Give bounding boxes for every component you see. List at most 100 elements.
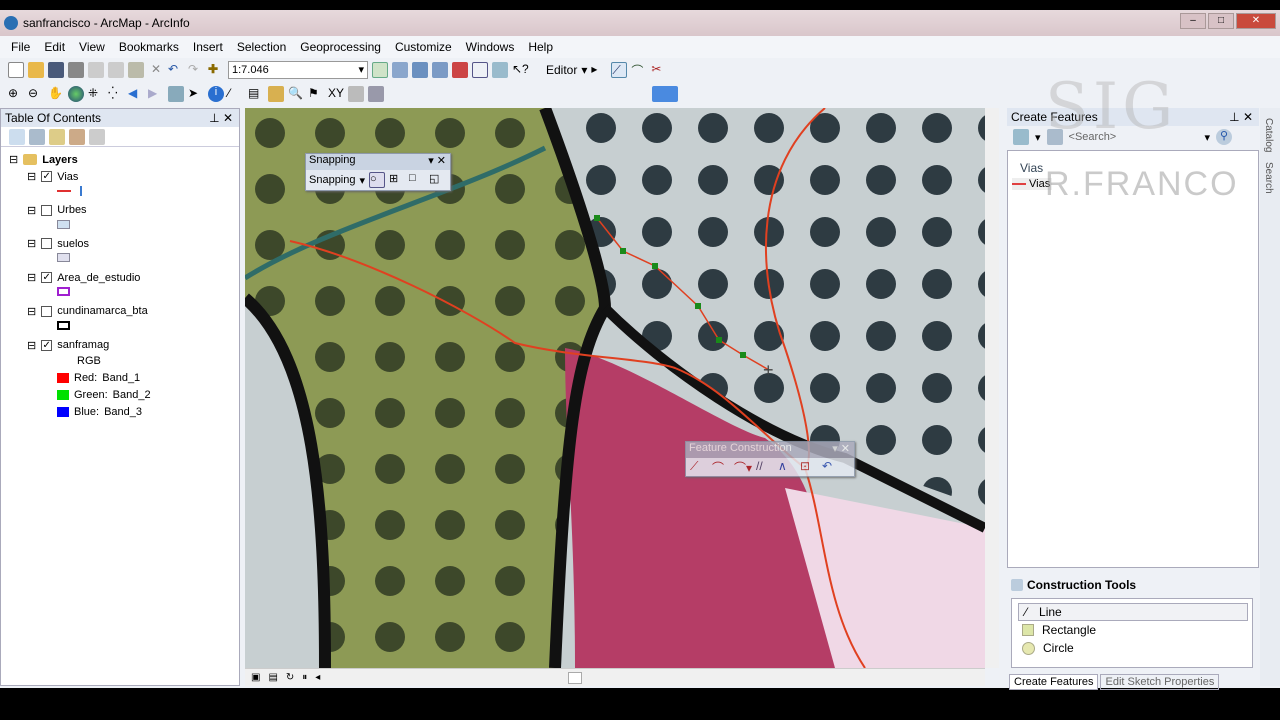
layer-symbol[interactable] <box>57 287 70 297</box>
tab-edit-sketch-properties[interactable]: Edit Sketch Properties <box>1100 674 1220 690</box>
list-by-drawing-order-icon[interactable] <box>9 129 25 145</box>
editor-menu[interactable]: Editor <box>546 63 577 77</box>
parallel-icon[interactable]: // <box>756 459 772 475</box>
close-button[interactable]: ✕ <box>1236 13 1276 29</box>
expand-icon[interactable]: ⊟ <box>27 237 36 250</box>
measure-icon[interactable] <box>268 86 284 102</box>
refresh-icon[interactable]: ↻ <box>286 672 294 683</box>
layer-visibility-checkbox[interactable]: ✓ <box>41 339 53 351</box>
layer-name[interactable]: Area_de_estudio <box>57 272 140 284</box>
layer-visibility-checkbox[interactable] <box>41 305 53 317</box>
print-icon[interactable] <box>68 62 84 78</box>
layer-symbol[interactable] <box>57 219 70 229</box>
straight-segment-icon[interactable]: ⟋ <box>690 459 706 475</box>
time-slider-icon[interactable] <box>348 86 364 102</box>
editor-toolbar-icon[interactable] <box>372 62 388 78</box>
tool-rectangle[interactable]: Rectangle <box>1012 621 1252 639</box>
edge-snapping-icon[interactable]: ◱ <box>429 172 445 188</box>
forward-icon[interactable]: ▶ <box>148 86 164 102</box>
find-route-icon[interactable]: ⚑ <box>308 86 324 102</box>
minimize-button[interactable]: – <box>1180 13 1206 29</box>
layer-visibility-checkbox[interactable]: ✓ <box>41 171 53 182</box>
perpendicular-icon[interactable]: ∧ <box>778 459 794 475</box>
collapse-icon[interactable]: ⊟ <box>9 153 18 166</box>
list-by-visibility-icon[interactable] <box>49 129 65 145</box>
paste-icon[interactable] <box>128 62 144 78</box>
menu-file[interactable]: File <box>4 40 37 54</box>
list-by-source-icon[interactable] <box>29 129 45 145</box>
search-window-icon[interactable] <box>432 62 448 78</box>
create-viewer-window-icon[interactable] <box>368 86 384 102</box>
maximize-button[interactable]: □ <box>1208 13 1234 29</box>
color-swatch-icon[interactable] <box>652 86 678 102</box>
layer-row[interactable]: ⊟ ✓ Vias <box>27 170 78 184</box>
full-extent-icon[interactable] <box>68 86 84 102</box>
menu-selection[interactable]: Selection <box>230 40 293 54</box>
layer-visibility-checkbox[interactable]: ✓ <box>41 272 53 284</box>
layout-view-icon[interactable]: ▤ <box>268 672 277 683</box>
copy-icon[interactable] <box>108 62 124 78</box>
toc-close-icon[interactable]: ⊥ ✕ <box>209 111 233 125</box>
menu-geoprocessing[interactable]: Geoprocessing <box>293 40 388 54</box>
modelbuilder-icon[interactable] <box>492 62 508 78</box>
layer-visibility-checkbox[interactable] <box>41 204 53 216</box>
expand-icon[interactable]: ⊟ <box>27 339 36 352</box>
menu-customize[interactable]: Customize <box>388 40 459 54</box>
list-by-selection-icon[interactable] <box>69 129 85 145</box>
edit-tool-icon[interactable]: ▸ <box>591 62 607 78</box>
expand-icon[interactable]: ⊟ <box>27 170 36 183</box>
vertex-snapping-icon[interactable]: □ <box>409 172 425 188</box>
snapping-close-icon[interactable]: ▾ ✕ <box>428 154 446 170</box>
layer-row[interactable]: ⊟ ✓ Area_de_estudio <box>27 271 140 285</box>
arc-segment-icon[interactable]: ⌒ <box>712 459 728 475</box>
select-features-icon[interactable] <box>168 86 184 102</box>
fixed-zoom-out-icon[interactable]: ⁛ <box>108 86 124 102</box>
map-scale-dropdown[interactable]: 1:7.046 <box>228 61 368 79</box>
hyperlink-icon[interactable]: ⁄ <box>228 86 244 102</box>
tool-line[interactable]: ⁄ Line <box>1018 603 1248 621</box>
organize-templates-icon[interactable] <box>1013 129 1029 145</box>
layer-symbol[interactable] <box>57 320 70 330</box>
save-icon[interactable] <box>48 62 64 78</box>
options-icon[interactable] <box>89 129 105 145</box>
layer-row[interactable]: ⊟ cundinamarca_bta <box>27 305 148 318</box>
table-of-contents-icon[interactable] <box>392 62 408 78</box>
trace-icon[interactable]: ⌒ <box>631 62 647 78</box>
menu-bookmarks[interactable]: Bookmarks <box>112 40 186 54</box>
redo-icon[interactable]: ↷ <box>188 62 204 78</box>
layer-name[interactable]: suelos <box>57 238 89 250</box>
undo-icon[interactable]: ↶ <box>822 459 838 475</box>
open-icon[interactable] <box>28 62 44 78</box>
snapping-menu[interactable]: Snapping <box>309 174 356 186</box>
end-snapping-icon[interactable]: ⊞ <box>389 172 405 188</box>
zoom-out-icon[interactable]: ⊖ <box>28 86 44 102</box>
data-view-icon[interactable]: ▣ <box>251 672 260 683</box>
layer-row[interactable]: ⊟ ✓ sanframag <box>27 339 109 352</box>
expand-icon[interactable]: ⊟ <box>27 204 36 217</box>
point-snapping-icon[interactable]: ○ <box>369 172 386 188</box>
split-icon[interactable]: ✂ <box>651 62 667 78</box>
map-vertical-scrollbar[interactable] <box>985 108 999 668</box>
layer-visibility-checkbox[interactable] <box>41 238 53 250</box>
tool-circle[interactable]: Circle <box>1012 639 1252 657</box>
menu-help[interactable]: Help <box>521 40 560 54</box>
search-icon[interactable]: ⚲ <box>1216 129 1233 145</box>
create-features-close-icon[interactable]: ⊥ ✕ <box>1229 110 1253 124</box>
layer-name[interactable]: Urbes <box>57 204 86 216</box>
cut-icon[interactable] <box>88 62 104 78</box>
trace-icon[interactable]: ⌒▾ <box>734 459 752 475</box>
layer-name[interactable]: cundinamarca_bta <box>57 305 148 317</box>
expand-icon[interactable]: ⊟ <box>27 305 36 318</box>
menu-windows[interactable]: Windows <box>459 40 522 54</box>
tab-create-features[interactable]: Create Features <box>1009 674 1099 690</box>
find-icon[interactable]: 🔍 <box>288 86 304 102</box>
layer-name[interactable]: Vias <box>57 171 78 183</box>
python-window-icon[interactable] <box>472 62 488 78</box>
pan-icon[interactable]: ✋ <box>48 86 64 102</box>
add-data-icon[interactable]: ✚ <box>208 62 224 78</box>
map-view[interactable]: + Snapping ▾ ✕ Snapping ▾ ○ ⊞ □ ◱ Feature Cons… <box>245 108 985 668</box>
expand-icon[interactable]: ⊟ <box>27 271 36 284</box>
whats-this-icon[interactable]: ↖? <box>512 62 529 78</box>
map-horizontal-scrollbar[interactable]: ▣ ▤ ↻ ⏸ ◂ <box>245 668 985 686</box>
scroll-thumb[interactable] <box>568 671 583 684</box>
